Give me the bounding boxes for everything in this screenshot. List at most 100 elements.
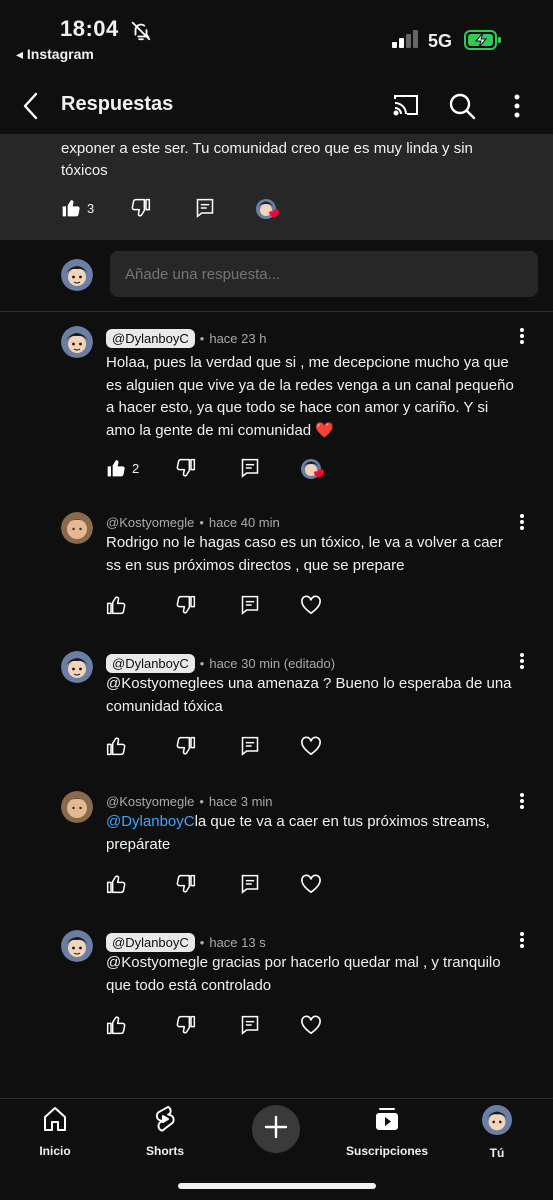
reply-meta: @DylanboyC • hace 13 s xyxy=(106,933,266,952)
user-handle[interactable]: @Kostyomegle xyxy=(106,794,194,809)
creator-handle-chip[interactable]: @DylanboyC xyxy=(106,933,195,952)
more-vert-icon[interactable] xyxy=(514,326,530,351)
plus-icon xyxy=(263,1114,289,1145)
heart-button[interactable] xyxy=(300,736,322,756)
subscriptions-icon xyxy=(373,1105,401,1138)
nav-shorts[interactable]: Shorts xyxy=(110,1105,220,1158)
reply-actions xyxy=(106,595,346,619)
more-vert-icon[interactable] xyxy=(514,651,530,676)
status-time: 18:04 xyxy=(60,16,119,41)
dislike-button[interactable] xyxy=(176,595,196,615)
avatar[interactable] xyxy=(61,512,93,544)
dislike-button[interactable] xyxy=(176,1015,196,1035)
like-button[interactable] xyxy=(106,1015,126,1035)
separator-dot: • xyxy=(199,515,204,530)
reply-time: hace 40 min xyxy=(208,515,280,530)
dislike-button[interactable] xyxy=(176,874,196,894)
back-arrow-icon[interactable] xyxy=(16,90,48,122)
reply-text: Rodrigo no le hagas caso es un tóxico, l… xyxy=(106,534,503,574)
reply-actions xyxy=(106,736,346,760)
reply-item: @DylanboyC • hace 23 h Holaa, pues la ve… xyxy=(0,326,553,479)
reply-time: hace 13 s xyxy=(209,935,266,950)
dislike-button[interactable] xyxy=(176,458,196,478)
like-button[interactable] xyxy=(61,198,81,218)
parent-comment-line-1: exponer a este ser. Tu comunidad creo qu… xyxy=(61,140,473,157)
reply-actions: 2 xyxy=(106,458,346,482)
reply-text: Holaa, pues la verdad que si , me decepc… xyxy=(106,354,514,439)
status-bar: 18:04 ◂ Instagram 5G xyxy=(0,0,553,72)
back-to-instagram-link[interactable]: ◂ Instagram xyxy=(16,46,94,63)
reply-composer xyxy=(0,240,553,312)
parent-comment: exponer a este ser. Tu comunidad creo qu… xyxy=(0,134,553,240)
reply-time: hace 3 min xyxy=(208,794,273,809)
more-vert-icon[interactable] xyxy=(514,791,530,816)
avatar[interactable] xyxy=(61,651,93,683)
shorts-icon xyxy=(151,1105,179,1138)
more-vert-icon[interactable] xyxy=(505,92,529,125)
reply-actions xyxy=(106,1015,346,1039)
reply-button[interactable] xyxy=(240,458,260,478)
heart-button[interactable] xyxy=(300,1015,322,1035)
signal-icon xyxy=(392,30,420,53)
nav-label: Suscripciones xyxy=(345,1144,429,1158)
reply-button[interactable] xyxy=(240,595,260,615)
avatar[interactable] xyxy=(61,326,93,358)
separator-dot: • xyxy=(199,656,205,671)
reply-meta: @DylanboyC • hace 23 h xyxy=(106,329,266,348)
parent-comment-actions: 3 xyxy=(61,198,301,222)
bell-slash-icon xyxy=(130,20,152,47)
avatar[interactable] xyxy=(61,930,93,962)
search-icon[interactable] xyxy=(448,92,476,125)
avatar xyxy=(482,1105,512,1140)
reply-item: @DylanboyC • hace 13 s @Kostyomegle grac… xyxy=(0,930,553,1040)
reply-time: hace 23 h xyxy=(209,331,267,346)
avatar[interactable] xyxy=(61,791,93,823)
reply-item: @Kostyomegle • hace 40 min Rodrigo no le… xyxy=(0,512,553,622)
reply-time: hace 30 min (editado) xyxy=(209,656,336,671)
network-label: 5G xyxy=(428,31,453,51)
reply-actions xyxy=(106,874,346,898)
separator-dot: • xyxy=(199,794,204,809)
nav-label: Tú xyxy=(489,1146,505,1160)
creator-handle-chip[interactable]: @DylanboyC xyxy=(106,654,195,673)
like-button[interactable] xyxy=(106,458,126,478)
reply-button[interactable] xyxy=(195,198,215,218)
nav-inicio[interactable]: Inicio xyxy=(0,1105,110,1158)
reply-button[interactable] xyxy=(240,736,260,756)
user-handle[interactable]: @Kostyomegle xyxy=(106,515,194,530)
heart-button[interactable] xyxy=(300,874,322,894)
creator-heart-badge xyxy=(300,458,326,482)
separator-dot: • xyxy=(199,331,205,346)
reply-text: @Kostyomegle gracias por hacerlo quedar … xyxy=(106,954,501,994)
separator-dot: • xyxy=(199,935,205,950)
mention-link[interactable]: @DylanboyC xyxy=(106,813,195,830)
nav-suscripciones[interactable]: Suscripciones xyxy=(332,1105,442,1158)
more-vert-icon[interactable] xyxy=(514,930,530,955)
reply-button[interactable] xyxy=(240,874,260,894)
dislike-button[interactable] xyxy=(131,198,151,218)
like-button[interactable] xyxy=(106,874,126,894)
nav-tu[interactable]: Tú xyxy=(442,1105,552,1160)
creator-handle-chip[interactable]: @DylanboyC xyxy=(106,329,195,348)
create-button[interactable] xyxy=(252,1105,300,1153)
like-button[interactable] xyxy=(106,595,126,615)
reply-meta: @Kostyomegle • hace 40 min xyxy=(106,515,280,530)
parent-comment-text: exponer a este ser. Tu comunidad creo qu… xyxy=(61,138,531,182)
more-vert-icon[interactable] xyxy=(514,512,530,537)
home-icon xyxy=(41,1105,69,1138)
dislike-button[interactable] xyxy=(176,736,196,756)
like-button[interactable] xyxy=(106,736,126,756)
reply-text: @Kostyomeglees una amenaza ? Bueno lo es… xyxy=(106,675,512,715)
heart-button[interactable] xyxy=(300,595,322,615)
reply-item: @DylanboyC • hace 30 min (editado) @Kost… xyxy=(0,651,553,761)
page-title: Respuestas xyxy=(61,93,174,115)
creator-heart-badge xyxy=(255,198,281,222)
reply-meta: @DylanboyC • hace 30 min (editado) xyxy=(106,654,335,673)
reply-input[interactable] xyxy=(110,251,538,297)
parent-comment-line-2: tóxicos xyxy=(61,162,108,179)
app-bar: Respuestas xyxy=(0,78,553,134)
cast-icon[interactable] xyxy=(392,92,420,123)
home-indicator[interactable] xyxy=(178,1183,376,1189)
reply-button[interactable] xyxy=(240,1015,260,1035)
avatar xyxy=(61,259,93,291)
